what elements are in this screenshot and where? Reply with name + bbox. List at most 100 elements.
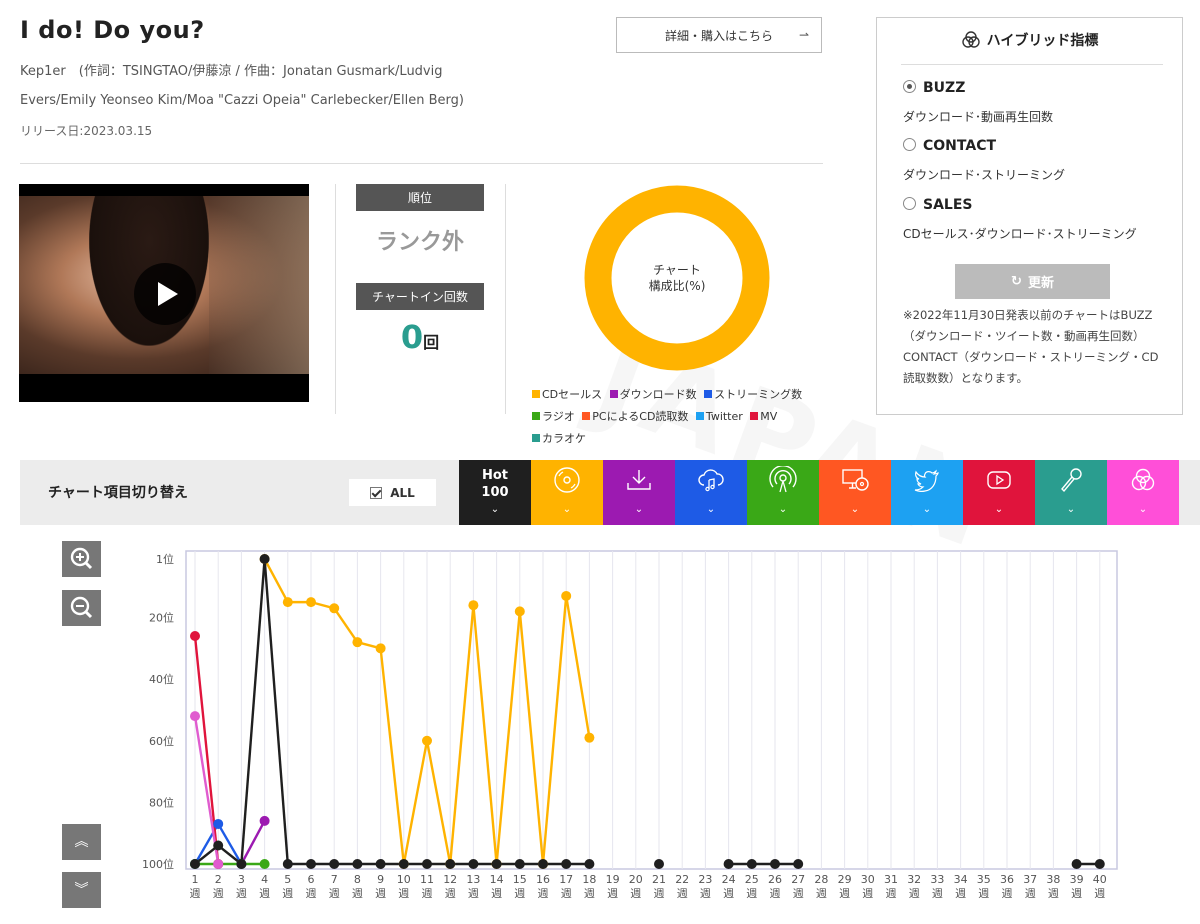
x-tick-unit: 週 <box>375 887 386 900</box>
x-tick-unit: 週 <box>862 887 873 900</box>
tab-pc-cd-read[interactable]: ⌄ <box>819 460 891 525</box>
legend-item: ラジオ <box>532 406 575 428</box>
legend-label: カラオケ <box>542 432 586 445</box>
option-contact[interactable]: CONTACT <box>903 138 996 154</box>
tab-twitter[interactable]: ⌄ <box>891 460 963 525</box>
x-tick-unit: 週 <box>561 887 572 900</box>
radio-contact[interactable] <box>903 138 916 151</box>
divider <box>901 64 1163 65</box>
tab-streaming[interactable]: ⌄ <box>675 460 747 525</box>
x-tick-label: 9 <box>377 873 384 886</box>
tab-download[interactable]: ⌄ <box>603 460 675 525</box>
double-chevron-down-icon: ︾ <box>74 882 89 898</box>
legend-item: カラオケ <box>532 428 586 450</box>
chevron-down-icon: ⌄ <box>778 504 788 515</box>
hybrid-index-title-text: ハイブリッド指標 <box>986 33 1099 49</box>
legend-label: ラジオ <box>542 410 575 423</box>
tab-hybrid[interactable]: ⌄ <box>1107 460 1179 525</box>
zoom-out-icon <box>70 596 93 619</box>
play-icon[interactable] <box>134 263 196 325</box>
y-tick-label: 20位 <box>149 611 174 625</box>
download-icon <box>627 470 651 490</box>
x-tick-unit: 週 <box>236 887 247 900</box>
data-point-hot100 <box>329 859 340 869</box>
tab-hot100[interactable]: Hot 100 ⌄ <box>459 460 531 525</box>
hybrid-icon <box>1131 468 1155 491</box>
x-tick-label: 36 <box>1000 873 1014 886</box>
chevron-down-icon: ⌄ <box>490 504 500 515</box>
x-tick-unit: 週 <box>422 887 433 900</box>
update-button[interactable]: ↻ 更新 <box>955 264 1110 299</box>
hybrid-note: ※2022年11月30日発表以前のチャートはBUZZ（ダウンロード・ツイート数・… <box>903 308 1159 385</box>
chevron-down-icon: ⌄ <box>1066 504 1076 515</box>
x-tick-label: 16 <box>536 873 550 886</box>
x-tick-label: 39 <box>1070 873 1084 886</box>
x-tick-label: 23 <box>698 873 712 886</box>
tab-radio[interactable]: ⌄ <box>747 460 819 525</box>
option-sales[interactable]: SALES <box>903 197 973 213</box>
x-tick-label: 20 <box>629 873 643 886</box>
x-tick-unit: 週 <box>1071 887 1082 900</box>
data-point-hot100 <box>584 859 595 869</box>
legend-swatch <box>704 390 713 398</box>
data-point-hot100 <box>770 859 780 869</box>
data-point-hot100 <box>398 859 409 869</box>
x-tick-unit: 週 <box>654 887 665 900</box>
x-tick-unit: 週 <box>607 887 618 900</box>
x-tick-unit: 週 <box>213 887 224 900</box>
tab-cd-sales[interactable]: ⌄ <box>531 460 603 525</box>
all-label: ALL <box>390 485 415 500</box>
weekly-rank-chart: 1位 20位 40位 60位 80位 100位 1 週 2 週 3 週 4 週 5 週 6 週 7 週 8 週 9 週 10 週 1… <box>140 540 1140 924</box>
video-frame-light <box>209 196 309 374</box>
data-point-hot100 <box>1071 859 1082 869</box>
twitter-icon <box>914 469 939 493</box>
data-point-cd <box>468 600 479 611</box>
zoom-out-button[interactable] <box>62 590 101 626</box>
scroll-down-button[interactable]: ︾ <box>62 872 101 908</box>
checkbox-checked-icon <box>370 486 383 499</box>
x-tick-unit: 週 <box>306 887 317 900</box>
data-point-streaming <box>213 818 224 829</box>
x-tick-label: 21 <box>652 873 666 886</box>
x-tick-unit: 週 <box>1002 887 1013 900</box>
chart-in-count-value: 0 <box>400 318 424 356</box>
x-tick-label: 8 <box>354 873 361 886</box>
data-point-hot100 <box>306 859 316 869</box>
data-point-cd <box>422 735 432 746</box>
legend-swatch <box>609 390 618 398</box>
x-tick-label: 6 <box>308 873 315 886</box>
radio-buzz[interactable] <box>903 80 916 93</box>
data-point-download <box>259 815 270 826</box>
all-checkbox[interactable]: ALL <box>349 479 436 506</box>
mv-icon <box>987 471 1011 489</box>
x-tick-label: 10 <box>397 873 411 886</box>
tab-mv[interactable]: ⌄ <box>963 460 1035 525</box>
scroll-up-button[interactable]: ︽ <box>62 824 101 860</box>
x-tick-unit: 週 <box>352 887 363 900</box>
x-tick-label: 12 <box>443 873 457 886</box>
detail-purchase-button[interactable]: 詳細・購入はこちら ⇀ <box>616 17 822 53</box>
data-point-hot100 <box>236 859 247 869</box>
x-tick-label: 2 <box>215 873 222 886</box>
x-tick-unit: 週 <box>468 887 479 900</box>
weekly-rank-chart-svg: 1位20位40位60位80位100位1週2週3週4週5週6週7週8週9週10週1… <box>142 550 1118 900</box>
radio-sales[interactable] <box>903 197 916 210</box>
zoom-in-button[interactable] <box>62 541 101 577</box>
option-buzz[interactable]: BUZZ <box>903 80 965 96</box>
option-sales-label: SALES <box>923 197 973 213</box>
chevron-down-icon: ⌄ <box>922 504 932 515</box>
data-point-hot100 <box>723 859 734 869</box>
tab-karaoke[interactable]: ⌄ <box>1035 460 1107 525</box>
x-tick-label: 35 <box>977 873 991 886</box>
x-tick-unit: 週 <box>1094 887 1105 900</box>
legend-label: ストリーミング数 <box>714 388 803 401</box>
y-tick-label: 100位 <box>142 857 174 871</box>
x-tick-unit: 週 <box>445 887 456 900</box>
x-tick-label: 32 <box>907 873 921 886</box>
x-tick-label: 33 <box>930 873 944 886</box>
x-tick-unit: 週 <box>955 887 966 900</box>
data-point-cd <box>375 643 386 654</box>
data-point-hot100 <box>1094 859 1105 869</box>
x-tick-label: 13 <box>466 873 480 886</box>
data-point-hybrid <box>213 859 224 869</box>
